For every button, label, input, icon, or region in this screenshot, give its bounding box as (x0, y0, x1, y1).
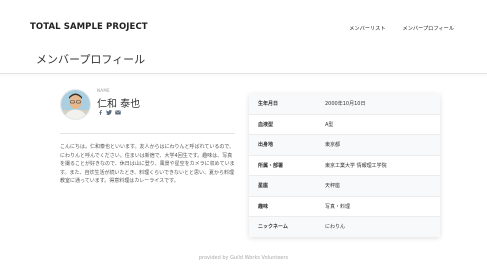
detail-row-affiliation: 所属・部署 東京工業大学 情報理工学院 (249, 155, 440, 176)
main-nav: メンバーリスト メンバープロフィール (349, 25, 454, 32)
detail-row-blood-type: 血液型 A型 (249, 114, 440, 135)
twitter-icon[interactable] (106, 110, 112, 115)
detail-label: 趣味 (249, 196, 325, 217)
avatar-photo (61, 90, 90, 119)
detail-label: 生年月日 (249, 94, 325, 115)
detail-value: 天秤座 (325, 175, 440, 197)
detail-label: ニックネーム (249, 216, 325, 237)
profile-details-card: 生年月日 2000年10月10日 血液型 A型 出身地 東京都 所属・部署 東京… (249, 94, 440, 237)
detail-value: 東京工業大学 情報理工学院 (325, 155, 440, 176)
detail-label: 血液型 (249, 114, 325, 135)
detail-row-nickname: ニックネーム にわりん (249, 216, 440, 237)
social-links (98, 110, 121, 115)
avatar (60, 89, 91, 120)
profile-divider (60, 133, 235, 134)
nav-member-profile[interactable]: メンバープロフィール (403, 25, 454, 32)
site-title[interactable]: TOTAL SAMPLE PROJECT (30, 22, 148, 32)
member-bio: こんにちは。仁和泰也といいます。友人からはにわりんと呼ばれているので、にわりんと… (60, 144, 235, 184)
mail-icon[interactable] (115, 110, 121, 115)
detail-value: にわりん (325, 216, 440, 237)
facebook-icon[interactable] (98, 110, 103, 115)
detail-row-hobbies: 趣味 写真・料理 (249, 196, 440, 217)
footer-credit: provided by Guild Works Volunteers (198, 255, 289, 261)
detail-row-birthday: 生年月日 2000年10月10日 (249, 94, 440, 115)
detail-label: 所属・部署 (249, 155, 325, 176)
detail-row-zodiac: 星座 天秤座 (249, 175, 440, 197)
page-title: メンバープロフィール (36, 53, 146, 66)
detail-label: 星座 (249, 175, 325, 197)
nav-member-list[interactable]: メンバーリスト (349, 25, 385, 32)
detail-value: 東京都 (325, 134, 440, 156)
name-label: NAME (97, 88, 110, 93)
detail-value: 写真・料理 (325, 196, 440, 217)
profile-details-table: 生年月日 2000年10月10日 血液型 A型 出身地 東京都 所属・部署 東京… (249, 94, 440, 237)
detail-label: 出身地 (249, 134, 325, 156)
detail-row-hometown: 出身地 東京都 (249, 134, 440, 156)
detail-value: A型 (325, 114, 440, 135)
detail-value: 2000年10月10日 (325, 94, 440, 115)
page-title-band: メンバープロフィール (0, 43, 487, 74)
member-name: 仁和 泰也 (97, 99, 141, 110)
